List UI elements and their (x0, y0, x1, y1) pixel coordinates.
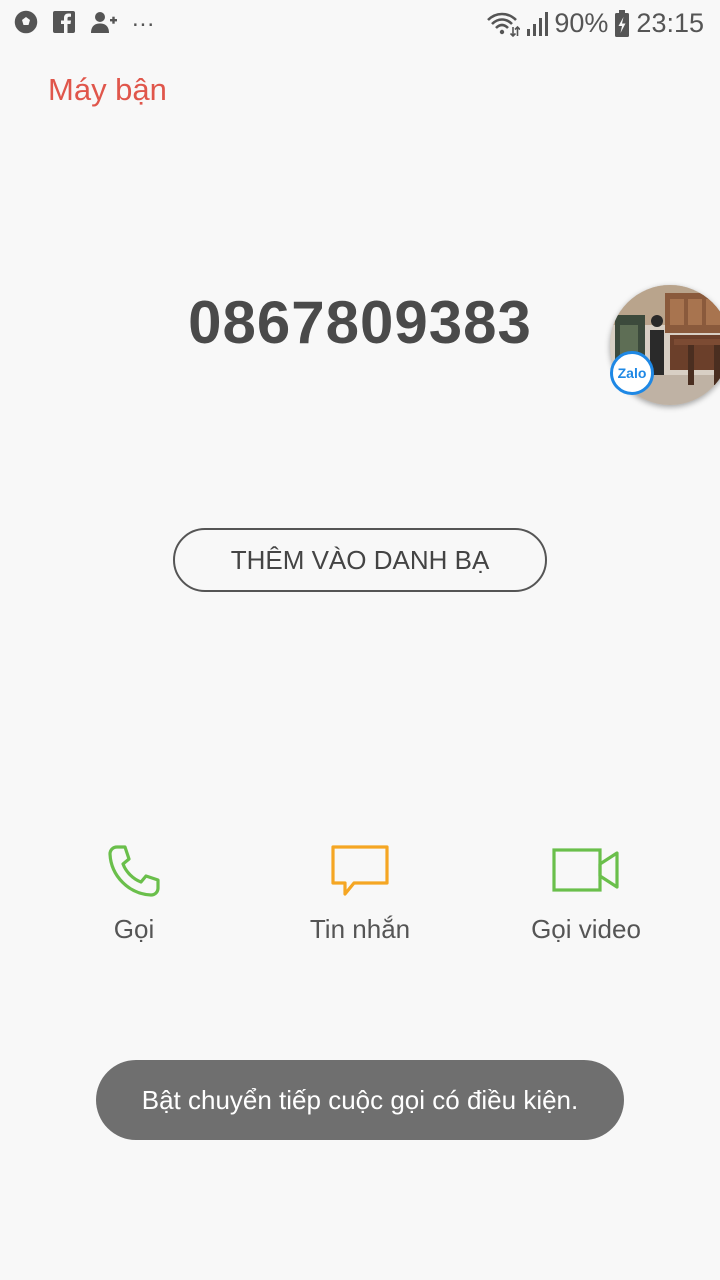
toast-message: Bật chuyển tiếp cuộc gọi có điều kiện. (96, 1060, 624, 1140)
video-icon (486, 838, 686, 904)
call-ended-screen: ... 90% 23:15 Máy bận 0867809383 Zalo TH… (0, 0, 720, 1280)
battery-charging-icon (614, 9, 630, 38)
add-to-contacts-button[interactable]: THÊM VÀO DANH BẠ (173, 528, 547, 592)
more-notifications: ... (132, 5, 156, 32)
status-bar: ... 90% 23:15 (0, 0, 720, 50)
message-icon (260, 838, 460, 904)
video-call-button[interactable]: Gọi video (486, 838, 686, 958)
soccer-ball-icon (14, 10, 38, 34)
facebook-icon (52, 10, 76, 34)
action-row: Gọi Tin nhắn Gọi video (0, 838, 720, 958)
call-label: Gọi (113, 914, 155, 944)
zalo-logo-icon: Zalo (610, 351, 654, 395)
call-button[interactable]: Gọi (34, 838, 234, 958)
system-indicators: 90% 23:15 (486, 8, 704, 39)
phone-icon (34, 838, 234, 904)
clock: 23:15 (636, 8, 704, 38)
message-label: Tin nhắn (309, 914, 411, 944)
zalo-chat-head[interactable]: Zalo (610, 285, 720, 405)
message-button[interactable]: Tin nhắn (260, 838, 460, 958)
video-call-label: Gọi video (531, 914, 641, 944)
add-user-icon (90, 10, 118, 34)
battery-percent: 90% (554, 8, 609, 38)
call-status-title: Máy bận (48, 72, 167, 107)
signal-icon (526, 11, 549, 37)
notification-icons: ... (14, 5, 156, 34)
wifi-icon (486, 11, 521, 37)
